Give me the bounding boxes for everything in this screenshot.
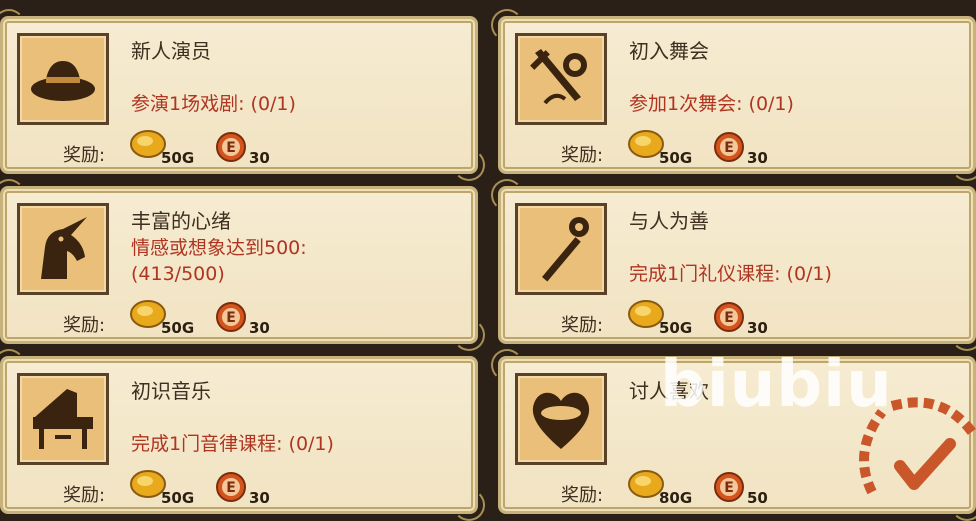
gold-amount: 50G bbox=[659, 319, 693, 337]
reward-label: 奖励: bbox=[561, 315, 604, 336]
card-title: 与人为善 bbox=[629, 209, 709, 233]
e-points-amount: 50 bbox=[747, 489, 768, 507]
svg-text:E: E bbox=[226, 310, 236, 326]
card-description: 参加1次舞会: (0/1) bbox=[629, 93, 794, 115]
gold-amount: 50G bbox=[659, 149, 693, 167]
card-description: 参演1场戏剧: (0/1) bbox=[131, 93, 296, 115]
card-description: 完成1门礼仪课程: (0/1) bbox=[629, 263, 832, 285]
reward-label: 奖励: bbox=[63, 145, 106, 166]
gold-amount: 80G bbox=[659, 489, 693, 507]
e-coin-icon: E bbox=[216, 302, 246, 332]
watermark-text: biubiu bbox=[660, 348, 893, 422]
reward-label: 奖励: bbox=[561, 145, 604, 166]
svg-text:E: E bbox=[226, 140, 236, 156]
card-title: 初入舞会 bbox=[629, 39, 709, 63]
svg-text:E: E bbox=[724, 480, 734, 496]
svg-text:E: E bbox=[226, 480, 236, 496]
svg-text:E: E bbox=[724, 310, 734, 326]
scepter-icon bbox=[515, 203, 607, 295]
reward-label: 奖励: bbox=[63, 315, 106, 336]
achievement-card[interactable]: 初识音乐 完成1门音律课程: (0/1) 奖励: 50G E 30 bbox=[0, 349, 485, 521]
card-title: 丰富的心绪 bbox=[131, 209, 231, 233]
reward-label: 奖励: bbox=[63, 485, 106, 506]
dagger-rose-icon bbox=[515, 33, 607, 125]
card-description: 完成1门音律课程: (0/1) bbox=[131, 433, 334, 455]
piano-icon bbox=[17, 373, 109, 465]
achievement-card[interactable]: 初入舞会 参加1次舞会: (0/1) 奖励: 50G E 30 bbox=[491, 9, 976, 181]
unicorn-icon bbox=[17, 203, 109, 295]
achievement-card[interactable]: 新人演员 参演1场戏剧: (0/1) 奖励: 50G E 30 bbox=[0, 9, 485, 181]
card-description-line: 情感或想象达到500: bbox=[131, 237, 307, 259]
e-coin-icon: E bbox=[714, 132, 744, 162]
gold-amount: 50G bbox=[161, 319, 195, 337]
cowboy-hat-icon bbox=[17, 33, 109, 125]
e-points-amount: 30 bbox=[747, 319, 768, 337]
e-points-amount: 30 bbox=[249, 489, 270, 507]
svg-text:E: E bbox=[724, 140, 734, 156]
card-title: 初识音乐 bbox=[131, 379, 211, 403]
e-points-amount: 30 bbox=[249, 319, 270, 337]
gold-amount: 50G bbox=[161, 149, 195, 167]
card-description: 情感或想象达到500: (413/500) bbox=[131, 235, 461, 287]
achievement-card[interactable]: 与人为善 完成1门礼仪课程: (0/1) 奖励: 50G E 30 bbox=[491, 179, 976, 351]
achievement-card[interactable]: 丰富的心绪 情感或想象达到500: (413/500) 奖励: 50G E 30 bbox=[0, 179, 485, 351]
heart-icon bbox=[515, 373, 607, 465]
e-points-amount: 30 bbox=[249, 149, 270, 167]
gold-amount: 50G bbox=[161, 489, 195, 507]
e-coin-icon: E bbox=[216, 472, 246, 502]
e-coin-icon: E bbox=[216, 132, 246, 162]
card-progress: (413/500) bbox=[131, 263, 225, 285]
e-points-amount: 30 bbox=[747, 149, 768, 167]
e-coin-icon: E bbox=[714, 472, 744, 502]
reward-label: 奖励: bbox=[561, 485, 604, 506]
e-coin-icon: E bbox=[714, 302, 744, 332]
card-title: 新人演员 bbox=[131, 39, 211, 63]
